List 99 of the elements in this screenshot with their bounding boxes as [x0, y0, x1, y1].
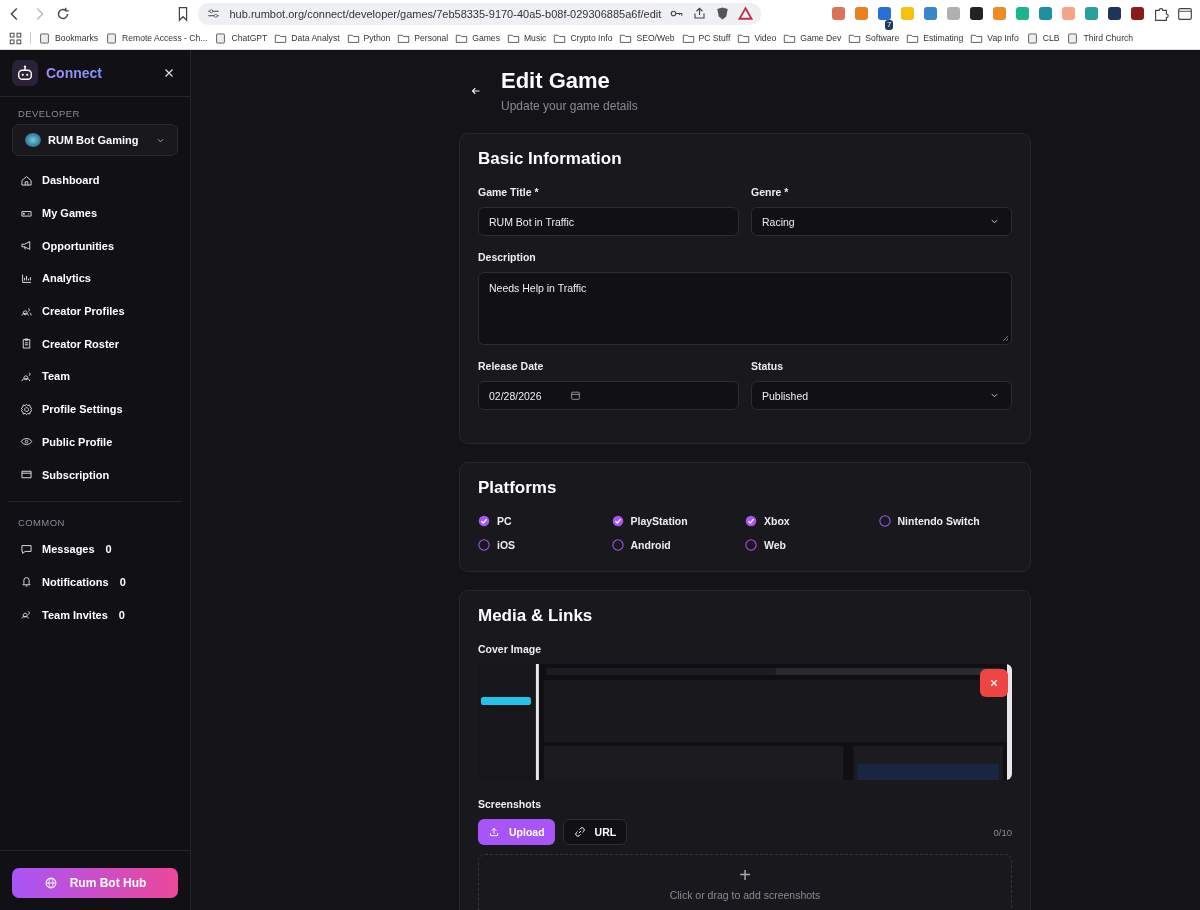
calendar-icon[interactable] [569, 390, 581, 401]
nav-item[interactable]: Creator Roster [0, 327, 190, 361]
bookmark[interactable]: Bookmarks [38, 31, 98, 45]
bookmark[interactable]: Vap Info [970, 31, 1019, 45]
clipboard-icon [20, 337, 33, 351]
section-heading: Media & Links [478, 606, 594, 626]
page-icon [38, 31, 51, 45]
nav-item[interactable]: Messages 0 [0, 532, 190, 566]
bookmark[interactable]: Video [737, 31, 777, 45]
url-button[interactable]: URL [562, 819, 628, 845]
bookmark[interactable]: ChatGPT [214, 31, 268, 45]
unchecked-checkbox-icon[interactable] [878, 515, 891, 527]
unchecked-checkbox-icon[interactable] [611, 539, 624, 551]
checked-checkbox-icon[interactable] [478, 515, 490, 527]
upload-button[interactable]: Upload [478, 819, 555, 845]
section-label: COMMON [17, 515, 66, 530]
organization-avatar-icon [25, 133, 41, 147]
nav-item[interactable]: My Games [0, 196, 190, 230]
bookmark[interactable]: SEO/Web [619, 31, 675, 45]
nav-item[interactable]: Team Invites 0 [0, 598, 190, 631]
link-icon [573, 826, 586, 838]
organization-selector[interactable]: RUM Bot Gaming [12, 124, 178, 156]
page-subtitle: Update your game details [501, 99, 638, 113]
page-icon [214, 31, 228, 45]
bookmark[interactable]: Software [848, 31, 900, 45]
page-icon [105, 31, 118, 45]
unchecked-checkbox-icon[interactable] [745, 539, 757, 551]
platform-checkbox[interactable]: Nintendo Switch [878, 515, 1012, 527]
screenshot-count: 0/10 [993, 826, 1012, 838]
nav-item[interactable]: Subscription [0, 458, 190, 491]
platform-checkbox[interactable]: iOS [478, 539, 612, 551]
resize-handle-icon[interactable] [1001, 334, 1009, 342]
platform-checkbox[interactable]: PC [478, 515, 612, 527]
select-field[interactable]: Racing [751, 207, 1012, 236]
nav-item[interactable]: Public Profile [0, 425, 190, 459]
field-label: Genre * [751, 186, 790, 198]
megaphone-icon [20, 239, 33, 253]
globe-icon [43, 876, 58, 890]
bookmark[interactable]: Remote Access - Ch... [105, 31, 208, 45]
textarea-field[interactable]: Needs Help in Traffic [478, 272, 1012, 345]
section-heading: Basic Information [478, 149, 623, 169]
bookmark[interactable]: Third Church [1066, 31, 1134, 45]
nav-item[interactable]: Team [0, 360, 190, 393]
triangle-icon[interactable] [738, 6, 754, 21]
share-icon[interactable] [692, 6, 708, 21]
shield-icon[interactable] [715, 6, 731, 21]
platform-checkbox[interactable]: Android [611, 539, 745, 551]
checked-checkbox-icon[interactable] [745, 515, 757, 527]
chat-icon [20, 542, 33, 556]
date-field[interactable]: 02/28/2026 [478, 381, 739, 410]
bookmark[interactable]: Python [346, 31, 391, 45]
bookmark[interactable]: Games [455, 31, 500, 45]
extension-icon[interactable] [970, 7, 983, 20]
unchecked-checkbox-icon[interactable] [478, 539, 490, 551]
platform-checkbox[interactable]: Xbox [745, 515, 879, 527]
home-icon [20, 173, 33, 187]
nav-item[interactable]: Notifications 0 [0, 565, 190, 599]
platform-checkbox[interactable]: Web [745, 539, 879, 551]
bookmark[interactable]: Estimating [906, 31, 964, 45]
section-label: DEVELOPER [17, 107, 81, 121]
page-title: Edit Game [501, 68, 611, 94]
apps-icon[interactable] [8, 30, 23, 46]
extension-badge: 7 [885, 20, 894, 30]
section-heading: Platforms [478, 478, 558, 498]
field-label: Status [751, 360, 785, 372]
field-label: Game Title * [478, 186, 540, 198]
bookmark[interactable]: Data Analyst [274, 31, 340, 45]
extension-icon[interactable] [1108, 7, 1121, 20]
platform-checkbox[interactable]: PlayStation [611, 515, 745, 527]
address-bar[interactable]: hub.rumbot.org/connect/developer/games/7eb58335-9170-40a5-b08f-029306885a6f/edit [198, 2, 762, 25]
checked-checkbox-icon[interactable] [611, 515, 624, 527]
settings-icon [20, 402, 33, 416]
site-settings-icon[interactable] [206, 6, 222, 21]
hub-button[interactable]: Rum Bot Hub [12, 868, 178, 898]
field-label: Description [478, 251, 537, 263]
bell-icon [20, 575, 33, 589]
upload-icon [488, 826, 500, 838]
bookmark[interactable]: Personal [397, 31, 449, 45]
input-field[interactable]: RUM Bot in Traffic [478, 207, 739, 236]
nav-item[interactable]: Opportunities [0, 229, 190, 263]
extension-icon[interactable] [1131, 7, 1144, 20]
nav-item[interactable]: Analytics [0, 262, 190, 295]
bookmark[interactable]: Game Dev [783, 31, 842, 45]
field-label: Cover Image [478, 643, 543, 655]
dropzone[interactable]: + Click or drag to add screenshots [478, 854, 1012, 910]
bookmark[interactable]: Music [506, 31, 547, 45]
bookmark[interactable]: CLB [1025, 31, 1060, 45]
nav-item[interactable]: Dashboard [0, 164, 190, 197]
field-label: Release Date [478, 360, 545, 372]
robot-logo-icon [12, 60, 38, 86]
nav-item[interactable]: Profile Settings [0, 392, 190, 426]
bookmark[interactable]: Crypto Info [553, 31, 613, 45]
bookmark[interactable]: PC Stuff [681, 31, 731, 45]
page-icon [1025, 31, 1039, 45]
field-label: Screenshots [478, 798, 543, 810]
remove-image-button[interactable] [980, 669, 1008, 697]
nav-item[interactable]: Creator Profiles [0, 294, 190, 328]
page-icon [1066, 31, 1080, 45]
select-field[interactable]: Published [751, 381, 1012, 410]
